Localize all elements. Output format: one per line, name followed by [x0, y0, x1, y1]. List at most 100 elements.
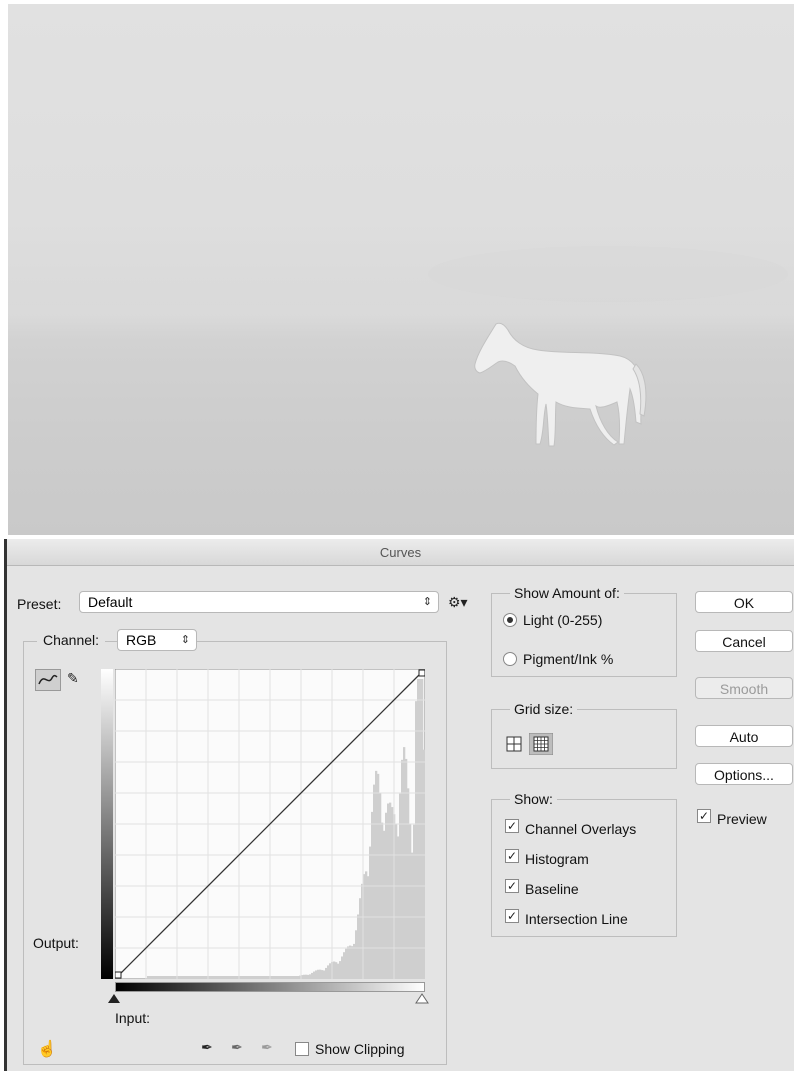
histogram-bar — [295, 976, 298, 979]
eyedropper-white-icon[interactable]: ✒ — [261, 1039, 273, 1056]
histogram-bar — [163, 976, 166, 979]
histogram-bar — [413, 824, 416, 979]
histogram-bar — [391, 807, 394, 979]
histogram-checkbox[interactable]: ✓ — [505, 849, 519, 863]
gear-icon[interactable]: ⚙▾ — [448, 594, 468, 611]
histogram-bar — [235, 976, 238, 979]
histogram-bar — [329, 963, 332, 979]
grid-detailed-icon[interactable] — [529, 733, 553, 755]
intersection-line-checkbox[interactable]: ✓ — [505, 909, 519, 923]
histogram-bar — [209, 976, 212, 979]
input-gradient-bar — [115, 982, 425, 992]
histogram-bar — [185, 976, 188, 979]
histogram-bar — [353, 943, 356, 979]
histogram-bar — [415, 701, 418, 979]
histogram-bar — [193, 976, 196, 979]
histogram-bar — [369, 846, 372, 979]
cancel-button[interactable]: Cancel — [695, 630, 793, 652]
histogram-bar — [385, 812, 388, 979]
curve-point-icon[interactable] — [35, 669, 61, 691]
white-input-slider[interactable] — [415, 993, 429, 1005]
histogram-bar — [303, 974, 306, 979]
white-point-handle[interactable] — [418, 669, 425, 677]
histogram-bar — [307, 974, 310, 979]
histogram-bar — [167, 976, 170, 979]
histogram-bar — [419, 679, 422, 979]
histogram-bar — [277, 976, 280, 979]
pigment-radio[interactable] — [503, 652, 517, 666]
auto-button[interactable]: Auto — [695, 725, 793, 747]
eyedropper-black-icon[interactable]: ✒ — [201, 1039, 213, 1056]
histogram-bar — [265, 976, 268, 979]
eyedropper-gray-icon[interactable]: ✒ — [231, 1039, 243, 1056]
histogram-bar — [231, 976, 234, 979]
histogram-bar — [159, 976, 162, 979]
histogram-bar — [355, 930, 358, 979]
histogram-bar — [181, 976, 184, 979]
histogram-bar — [211, 976, 214, 979]
histogram-bar — [405, 758, 408, 979]
show-clipping-checkbox[interactable] — [295, 1042, 309, 1056]
light-label: Light (0-255) — [523, 612, 603, 628]
histogram-bar — [333, 961, 336, 979]
grid-simple-icon[interactable] — [505, 735, 523, 753]
histogram-bar — [287, 976, 290, 979]
histogram-bar — [195, 976, 198, 979]
histogram-bar — [403, 747, 406, 979]
histogram-bar — [327, 965, 330, 979]
histogram-bar — [205, 976, 208, 979]
histogram-bar — [259, 976, 262, 979]
intersection-line-label: Intersection Line — [525, 911, 628, 927]
show-legend: Show: — [510, 791, 557, 807]
histogram-bar — [383, 830, 386, 979]
output-gradient-bar — [101, 669, 113, 979]
histogram-bar — [225, 976, 228, 979]
histogram-bar — [389, 802, 392, 979]
channel-select[interactable]: RGB ⇕ — [117, 629, 197, 651]
histogram-bar — [275, 976, 278, 979]
dialog-title: Curves — [379, 545, 422, 560]
options-button[interactable]: Options... — [695, 763, 793, 785]
channel-label: Channel: — [37, 632, 106, 648]
histogram-bar — [179, 976, 182, 979]
channel-overlays-label: Channel Overlays — [525, 821, 637, 837]
channel-overlays-checkbox[interactable]: ✓ — [505, 819, 519, 833]
histogram-bar — [305, 974, 308, 979]
histogram-bar — [271, 976, 274, 979]
curves-graph[interactable] — [115, 669, 425, 979]
histogram-bar — [319, 969, 322, 979]
preview-checkbox[interactable]: ✓ — [697, 809, 711, 823]
pencil-icon[interactable]: ✎ — [67, 670, 79, 687]
histogram-bar — [365, 871, 368, 979]
histogram-bar — [155, 976, 158, 979]
histogram-bar — [173, 976, 176, 979]
black-input-slider[interactable] — [107, 993, 121, 1005]
preset-value: Default — [88, 594, 133, 610]
histogram-bar — [279, 976, 282, 979]
ok-button[interactable]: OK — [695, 591, 793, 613]
histogram-bar — [409, 823, 412, 979]
histogram-bar — [147, 976, 150, 979]
histogram-bar — [255, 976, 258, 979]
histogram-bar — [149, 976, 152, 979]
histogram-bar — [387, 803, 390, 979]
histogram-bar — [199, 976, 202, 979]
histogram-bar — [217, 976, 220, 979]
target-adjust-hand-icon[interactable]: ☝ — [37, 1039, 57, 1059]
black-point-handle[interactable] — [115, 971, 122, 979]
histogram-bar — [395, 823, 398, 979]
histogram-bar — [325, 967, 328, 979]
histogram-bar — [183, 976, 186, 979]
histogram-bar — [341, 956, 344, 979]
histogram-bar — [359, 898, 362, 979]
smooth-button[interactable]: Smooth — [695, 677, 793, 699]
histogram-bar — [351, 946, 354, 979]
preset-select[interactable]: Default ⇕ — [79, 591, 439, 613]
dialog-titlebar[interactable]: Curves — [7, 539, 794, 566]
histogram-bar — [373, 784, 376, 979]
light-radio[interactable] — [503, 613, 517, 627]
baseline-checkbox[interactable]: ✓ — [505, 879, 519, 893]
histogram-bar — [297, 976, 300, 979]
histogram-bar — [189, 976, 192, 979]
histogram-bar — [247, 976, 250, 979]
